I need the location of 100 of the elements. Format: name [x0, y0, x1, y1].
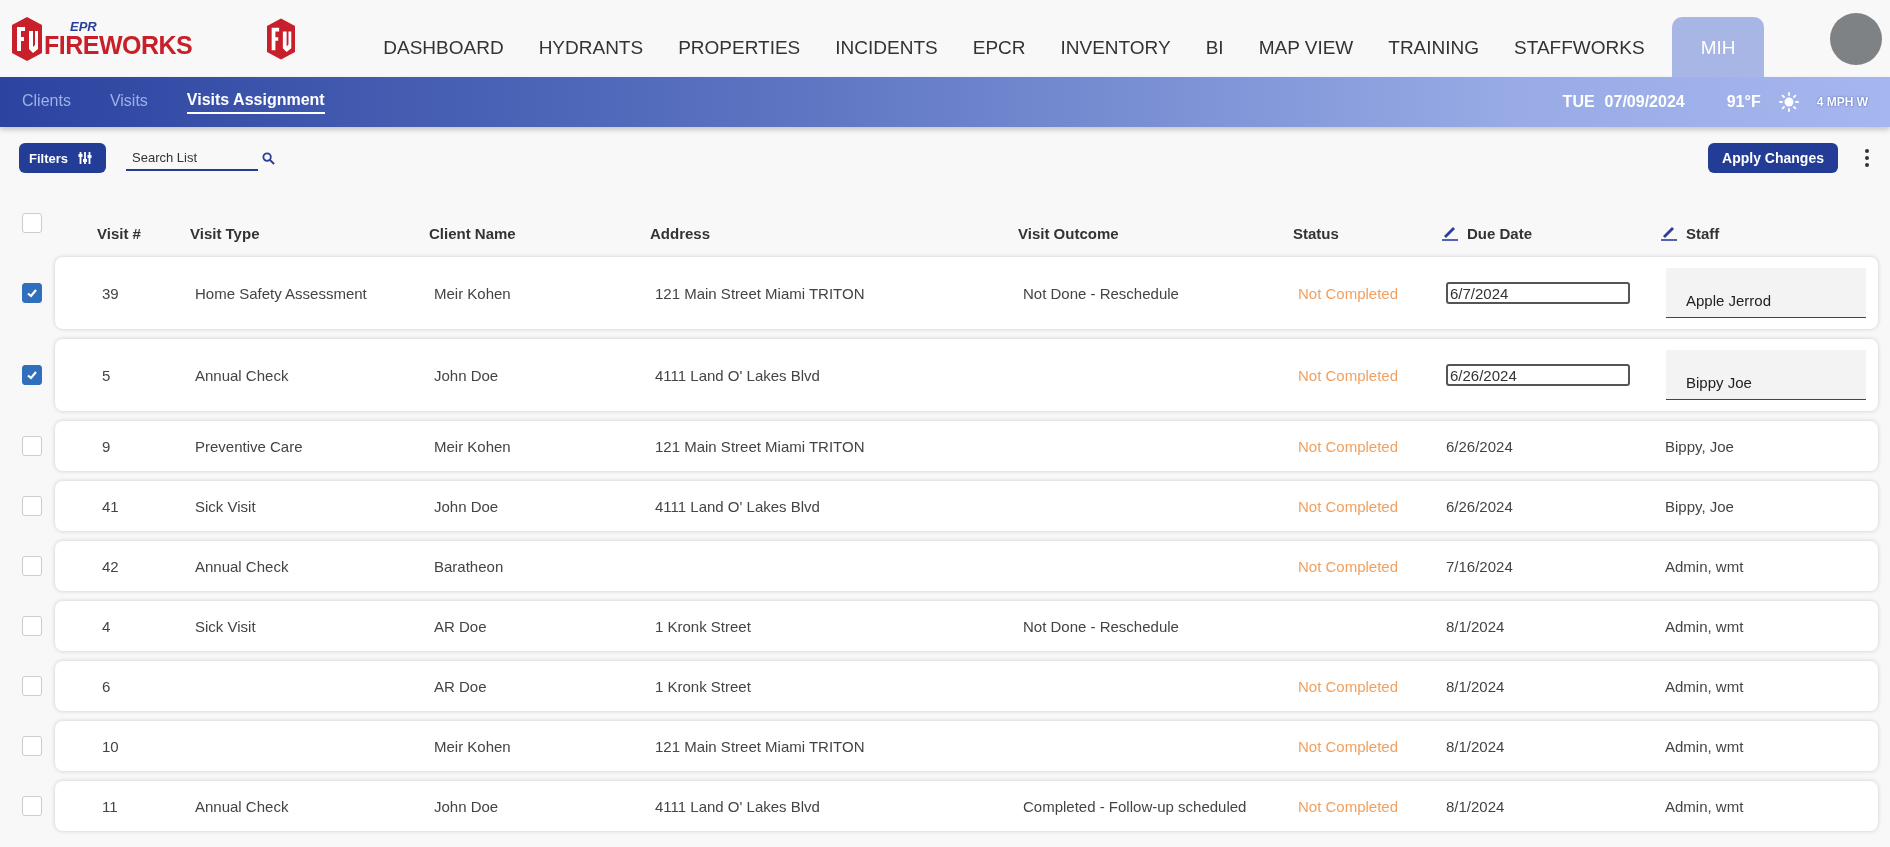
weekday: TUE	[1562, 93, 1595, 111]
visit-type: Home Safety Assessment	[195, 284, 368, 302]
visit-number: 41	[102, 497, 120, 515]
staff-name: Admin, wmt	[1665, 677, 1745, 695]
temperature: 91°F	[1726, 93, 1761, 111]
address: 121 Main Street Miami TRITON	[655, 437, 866, 455]
row-card[interactable]: 10 Meir Kohen 121 Main Street Miami TRITON Not Completed 8/1/2024 Admin, wmt	[55, 721, 1878, 771]
address: 121 Main Street Miami TRITON	[655, 737, 866, 755]
column-header[interactable]: Visit #	[97, 224, 141, 242]
column-header[interactable]: Address	[650, 224, 711, 242]
avatar[interactable]	[1830, 12, 1882, 65]
apply-changes-button[interactable]: Apply Changes	[1708, 143, 1838, 173]
visit-number: 5	[102, 366, 112, 384]
staff-name: Admin, wmt	[1665, 557, 1745, 575]
staff-name: Admin, wmt	[1665, 737, 1745, 755]
status: Not Completed	[1298, 557, 1400, 575]
row-checkbox[interactable]	[22, 283, 42, 303]
nav-tab[interactable]: DASHBOARD	[367, 17, 520, 77]
client-name: John Doe	[434, 797, 500, 815]
subnav-tab[interactable]: Clients	[22, 91, 71, 113]
nav-tab[interactable]: STAFFWORKS	[1498, 17, 1661, 77]
staff-field[interactable]: Apple Jerrod	[1666, 268, 1866, 318]
address: 1 Kronk Street	[655, 677, 752, 695]
due-date: 6/26/2024	[1446, 497, 1514, 515]
check-icon	[26, 287, 38, 299]
sliders-icon	[78, 151, 92, 165]
row-card[interactable]: 39 Home Safety Assessment Meir Kohen 121 Main Street Miami TRITON Not Done - Reschedule Not Completed 6/7/2024 Apple Jerrod	[55, 257, 1878, 329]
visit-outcome: Completed - Follow-up scheduled	[1023, 797, 1248, 815]
visit-type: Sick Visit	[195, 617, 257, 635]
address: 4111 Land O' Lakes Blvd	[655, 797, 821, 815]
client-name: John Doe	[434, 366, 500, 384]
staff-name: Bippy, Joe	[1665, 437, 1735, 455]
due-date-field[interactable]: 6/7/2024	[1446, 282, 1630, 304]
subnav-tab[interactable]: Visits	[109, 91, 148, 113]
row-card[interactable]: 42 Annual Check Baratheon Not Completed 7/16/2024 Admin, wmt	[55, 541, 1878, 591]
due-date: 8/1/2024	[1446, 617, 1506, 635]
row-card[interactable]: 6 AR Doe 1 Kronk Street Not Completed 8/1/2024 Admin, wmt	[55, 661, 1878, 711]
nav-tab[interactable]: INVENTORY	[1044, 17, 1187, 77]
visit-number: 4	[102, 617, 112, 635]
row-card[interactable]: 5 Annual Check John Doe 4111 Land O' Lakes Blvd Not Completed 6/26/2024 Bippy Joe	[55, 339, 1878, 411]
due-date-field[interactable]: 6/26/2024	[1446, 364, 1630, 386]
subnav-tab[interactable]: Visits Assignment	[186, 90, 325, 114]
nav-tab[interactable]: EPCR	[956, 17, 1042, 77]
more-options-icon[interactable]	[1864, 148, 1870, 168]
column-header[interactable]: Due Date	[1467, 224, 1533, 242]
client-name: Meir Kohen	[434, 437, 512, 455]
visit-type: Annual Check	[195, 366, 290, 384]
visit-outcome: Not Done - Reschedule	[1023, 284, 1180, 302]
address: 4111 Land O' Lakes Blvd	[655, 497, 821, 515]
column-header[interactable]: Client Name	[429, 224, 516, 242]
nav-tab[interactable]: BI	[1189, 17, 1240, 77]
visit-outcome: Not Done - Reschedule	[1023, 617, 1180, 635]
visit-type: Preventive Care	[195, 437, 304, 455]
column-header[interactable]: Status	[1293, 224, 1339, 242]
wind-speed: 4 MPH W	[1816, 95, 1868, 109]
status: Not Completed	[1298, 797, 1400, 815]
address: 1 Kronk Street	[655, 617, 752, 635]
visit-number: 11	[102, 797, 119, 815]
column-header[interactable]: Visit Type	[190, 224, 260, 242]
row-card[interactable]: 11 Annual Check John Doe 4111 Land O' Lakes Blvd Completed - Follow-up scheduled Not Completed 8/1/2024 Admin, wmt	[55, 781, 1878, 831]
client-name: John Doe	[434, 497, 500, 515]
nav-tab[interactable]: PROPERTIES	[662, 17, 817, 77]
client-name: Baratheon	[434, 557, 505, 575]
due-date: 8/1/2024	[1446, 677, 1506, 695]
column-header[interactable]: Visit Outcome	[1018, 224, 1119, 242]
shield-logo-icon[interactable]	[267, 17, 296, 60]
row-card[interactable]: 41 Sick Visit John Doe 4111 Land O' Lakes Blvd Not Completed 6/26/2024 Bippy, Joe	[55, 481, 1878, 531]
client-name: Meir Kohen	[434, 737, 512, 755]
address: 4111 Land O' Lakes Blvd	[655, 366, 821, 384]
date: 07/09/2024	[1604, 93, 1685, 111]
search-field[interactable]: Search List	[126, 145, 258, 171]
row-card[interactable]: 4 Sick Visit AR Doe 1 Kronk Street Not Done - Reschedule 8/1/2024 Admin, wmt	[55, 601, 1878, 651]
nav-tab[interactable]: INCIDENTS	[819, 17, 954, 77]
logo-subtitle: EPR	[70, 19, 98, 33]
due-date: 7/16/2024	[1446, 557, 1514, 575]
fireworks-logo[interactable]: EPR FIREWORKS	[12, 16, 193, 61]
visit-type: Sick Visit	[195, 497, 257, 515]
logo-title: FIREWORKS	[44, 32, 193, 58]
status: Not Completed	[1298, 437, 1400, 455]
visit-type: Annual Check	[195, 797, 290, 815]
nav-tab[interactable]: TRAINING	[1372, 17, 1496, 77]
visit-number: 39	[102, 284, 120, 302]
row-checkbox[interactable]	[22, 365, 42, 385]
nav-tab[interactable]: HYDRANTS	[522, 17, 660, 77]
check-icon	[26, 369, 38, 381]
staff-field[interactable]: Bippy Joe	[1666, 350, 1866, 400]
sun-icon	[1778, 92, 1799, 112]
filters-button[interactable]: Filters	[19, 143, 106, 173]
select-all-checkbox[interactable]	[22, 213, 42, 233]
staff-name: Admin, wmt	[1665, 617, 1745, 635]
nav-tab[interactable]: MAP VIEW	[1242, 17, 1370, 77]
search-icon	[262, 151, 275, 165]
status: Not Completed	[1298, 677, 1400, 695]
staff-name: Bippy, Joe	[1665, 497, 1735, 515]
row-card[interactable]: 9 Preventive Care Meir Kohen 121 Main Street Miami TRITON Not Completed 6/26/2024 Bippy, Joe	[55, 421, 1878, 471]
status: Not Completed	[1298, 366, 1400, 384]
client-name: AR Doe	[434, 617, 488, 635]
status: Not Completed	[1298, 737, 1400, 755]
column-header[interactable]: Staff	[1686, 224, 1720, 242]
visit-type: Annual Check	[195, 557, 290, 575]
